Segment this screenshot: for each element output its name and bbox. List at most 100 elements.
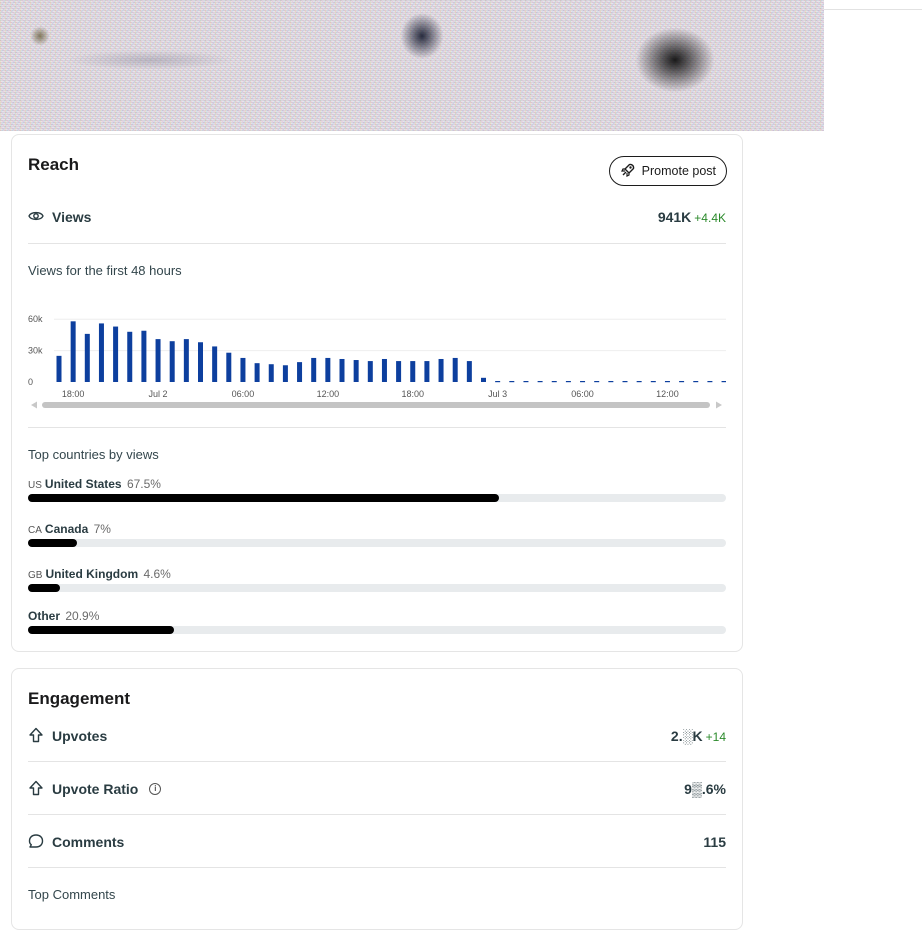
- views-bar: [127, 331, 133, 382]
- views-bar: [565, 381, 571, 383]
- top-comments-title: Top Comments: [28, 887, 116, 902]
- views-bar: [410, 361, 416, 382]
- engagement-divider-2: [28, 814, 726, 815]
- upvote-ratio-value: 9▒.6%: [684, 781, 726, 797]
- views-bar: [396, 361, 402, 382]
- views-bar: [183, 339, 189, 382]
- country-bar-fill: [28, 539, 77, 547]
- views-bar: [636, 381, 642, 383]
- country-bar-fill: [28, 494, 500, 502]
- views-bar: [113, 326, 119, 382]
- x-tick-label: Jul 3: [488, 389, 507, 399]
- country-bar-track: [28, 494, 726, 502]
- x-tick-label: 18:00: [62, 389, 85, 399]
- upvote-arrow-icon: [28, 780, 44, 799]
- views-bar: [580, 381, 586, 383]
- views-bar: [240, 357, 246, 382]
- upvotes-value: 2.░K: [670, 728, 703, 744]
- views-bar: [608, 381, 614, 383]
- reach-divider-2: [28, 427, 726, 428]
- engagement-card: Engagement Upvotes 2.░K +14 Upvote Ratio …: [11, 668, 743, 930]
- country-row-gb: GB United Kingdom 4.6%: [28, 567, 726, 592]
- views-bar: [537, 381, 543, 383]
- views-bar: [481, 377, 486, 382]
- country-row-other: Other 20.9%: [28, 609, 726, 634]
- x-tick-label: 06:00: [232, 389, 255, 399]
- views-value: 941K: [657, 209, 692, 225]
- views-bar: [56, 355, 62, 382]
- views-bar: [650, 381, 656, 383]
- top-right-divider: [824, 9, 922, 10]
- upvotes-row: Upvotes 2.░K +14: [28, 726, 726, 746]
- country-percent: 7%: [93, 522, 111, 536]
- views-chart-subtitle: Views for the first 48 hours: [28, 263, 182, 278]
- engagement-title: Engagement: [28, 689, 131, 708]
- info-icon[interactable]: i: [149, 783, 162, 795]
- views-bar: [466, 361, 472, 382]
- views-delta: +4.4K: [694, 211, 726, 225]
- country-name: United Kingdom: [45, 567, 139, 581]
- country-code: US: [28, 480, 42, 491]
- upvotes-delta: +14: [705, 730, 726, 744]
- country-bar-track: [28, 584, 726, 592]
- rocket-icon: [620, 162, 636, 181]
- country-name: United States: [44, 477, 122, 491]
- views-bar: [297, 362, 303, 382]
- upvote-ratio-row: Upvote Ratio i 9▒.6%: [28, 779, 726, 799]
- comment-bubble-icon: [28, 833, 44, 852]
- views-bar: [282, 365, 288, 382]
- upvotes-label: Upvotes: [52, 728, 108, 744]
- views-bar-chart: 0 30k 60k 18:00 Jul 2 06:00 12:00 18:00 Jul 3 06:…: [28, 314, 726, 409]
- country-row-ca: CA Canada 7%: [28, 522, 726, 547]
- country-bar-track: [28, 539, 726, 547]
- views-bar: [509, 381, 515, 383]
- country-bar-fill: [28, 584, 61, 592]
- y-tick-label: 30k: [28, 346, 43, 356]
- y-tick-label: 60k: [28, 314, 43, 324]
- views-bar: [98, 323, 104, 382]
- reach-title: Reach: [28, 155, 80, 174]
- views-bar: [381, 358, 387, 382]
- scroll-left-arrow: [31, 401, 37, 409]
- upvote-arrow-icon: [28, 727, 44, 746]
- x-tick-label: Jul 2: [149, 389, 168, 399]
- views-bar: [212, 346, 218, 382]
- views-bar: [226, 352, 232, 382]
- views-bar: [169, 341, 175, 382]
- upvote-ratio-label: Upvote Ratio: [52, 781, 139, 797]
- views-bar: [495, 381, 501, 383]
- views-label: Views: [52, 209, 92, 225]
- country-bar-fill: [28, 626, 174, 634]
- country-code: GB: [28, 570, 43, 581]
- views-bar: [594, 381, 600, 383]
- comments-label: Comments: [52, 834, 125, 850]
- views-bar: [523, 381, 529, 383]
- views-bar: [254, 363, 260, 382]
- country-code: CA: [28, 525, 42, 536]
- chart-scrollbar-thumb: [42, 402, 710, 408]
- views-bar: [155, 339, 161, 382]
- views-bar: [693, 381, 699, 383]
- engagement-divider-3: [28, 867, 726, 868]
- views-bar: [664, 381, 670, 383]
- country-row-us: US United States 67.5%: [28, 477, 726, 502]
- views-bar: [311, 357, 317, 382]
- comments-row: Comments 115: [28, 832, 726, 852]
- country-bar-track: [28, 626, 726, 634]
- engagement-divider-1: [28, 761, 726, 762]
- views-bar: [622, 381, 628, 383]
- views-bar: [424, 361, 430, 382]
- views-bar: [679, 381, 685, 383]
- x-tick-label: 06:00: [571, 389, 594, 399]
- country-percent: 67.5%: [126, 477, 161, 491]
- scroll-right-arrow: [716, 401, 722, 409]
- views-bar: [325, 357, 331, 382]
- views-bar: [84, 333, 90, 382]
- views-bar: [268, 364, 274, 382]
- promote-post-label: Promote post: [641, 164, 716, 178]
- views-bar: [551, 381, 557, 383]
- views-bar: [707, 381, 713, 383]
- eye-icon: [28, 209, 44, 225]
- promote-post-button[interactable]: Promote post: [608, 156, 727, 186]
- country-name: Other: [28, 609, 61, 623]
